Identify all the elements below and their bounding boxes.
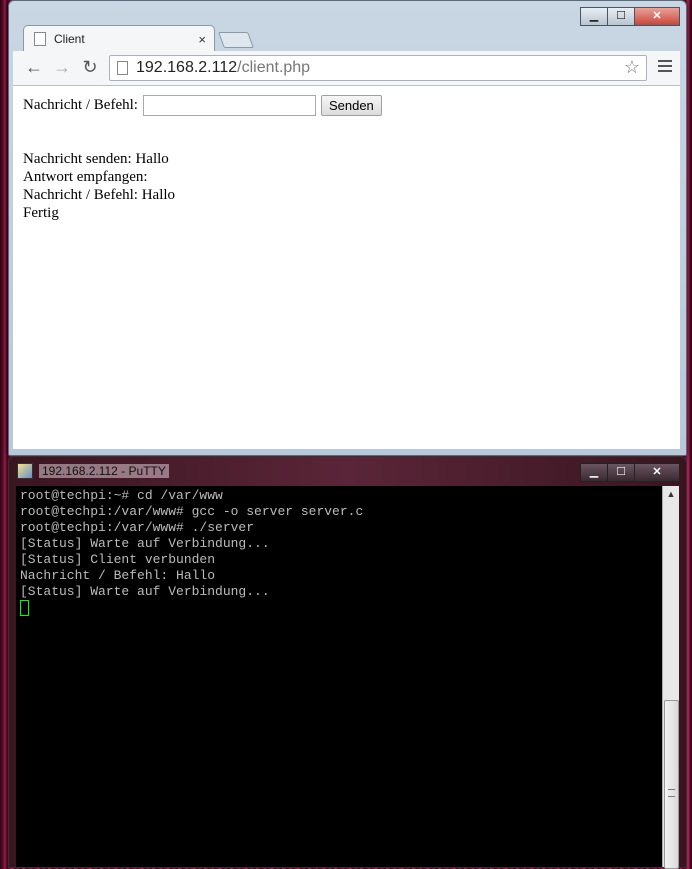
page-icon bbox=[117, 61, 128, 75]
terminal-line: [Status] Client verbunden bbox=[20, 552, 216, 567]
output-line: Nachricht senden: Hallo bbox=[23, 151, 169, 167]
form-label: Nachricht / Befehl: bbox=[23, 97, 138, 113]
message-form: Nachricht / Befehl: Senden bbox=[23, 95, 382, 116]
address-bar[interactable]: 192.168.2.112/client.php ☆ bbox=[109, 55, 647, 81]
terminal-line: Nachricht / Befehl: Hallo bbox=[20, 568, 216, 583]
maximize-button[interactable]: ☐ bbox=[607, 463, 635, 482]
send-button[interactable]: Senden bbox=[320, 95, 382, 116]
minimize-button[interactable]: ▁ bbox=[580, 7, 608, 26]
new-tab-button[interactable] bbox=[218, 32, 254, 48]
terminal-line: [Status] Warte auf Verbindung... bbox=[20, 584, 270, 599]
forward-arrow-icon[interactable]: → bbox=[51, 57, 73, 78]
back-arrow-icon[interactable]: ← bbox=[23, 57, 45, 78]
reload-icon[interactable]: ↻ bbox=[79, 57, 101, 78]
page-icon bbox=[34, 32, 46, 46]
tab-close-icon[interactable]: × bbox=[198, 32, 206, 47]
menu-icon[interactable] bbox=[658, 60, 672, 75]
terminal-line: root@techpi:~# cd /var/www bbox=[20, 488, 223, 503]
putty-title: 192.168.2.112 - PuTTY bbox=[39, 464, 169, 478]
terminal-scrollbar[interactable]: ▲ bbox=[662, 486, 679, 869]
browser-toolbar: ← → ↻ 192.168.2.112/client.php ☆ bbox=[13, 51, 680, 86]
terminal-cursor bbox=[20, 600, 29, 616]
close-button[interactable]: ✕ bbox=[634, 7, 680, 26]
browser-tab[interactable]: Client × bbox=[23, 25, 215, 52]
putty-window-controls: ▁ ☐ ✕ bbox=[580, 463, 680, 482]
minimize-button[interactable]: ▁ bbox=[580, 463, 608, 482]
output-line: Antwort empfangen: bbox=[23, 169, 148, 185]
browser-window: ▁ ☐ ✕ Client × ← → ↻ 192.168.2.112/clien… bbox=[8, 0, 687, 456]
scroll-up-icon[interactable]: ▲ bbox=[663, 489, 679, 499]
url-host: 192.168.2.112 bbox=[136, 59, 238, 76]
putty-app-icon[interactable] bbox=[17, 463, 33, 479]
output-line: Fertig bbox=[23, 205, 59, 221]
putty-title-bar[interactable]: 192.168.2.112 - PuTTY bbox=[17, 463, 169, 479]
maximize-button[interactable]: ☐ bbox=[607, 7, 635, 26]
output-line: Nachricht / Befehl: Hallo bbox=[23, 187, 176, 203]
terminal[interactable]: root@techpi:~# cd /var/www root@techpi:/… bbox=[16, 486, 662, 867]
putty-window: 192.168.2.112 - PuTTY ▁ ☐ ✕ root@techpi:… bbox=[8, 456, 687, 869]
message-input[interactable] bbox=[142, 95, 316, 116]
url-path: /client.php bbox=[237, 59, 311, 76]
browser-window-controls: ▁ ☐ ✕ bbox=[580, 7, 680, 26]
url-text[interactable]: 192.168.2.112/client.php bbox=[136, 59, 310, 77]
close-button[interactable]: ✕ bbox=[634, 463, 680, 482]
tab-title: Client bbox=[54, 32, 85, 46]
terminal-line: [Status] Warte auf Verbindung... bbox=[20, 536, 270, 551]
scrollbar-thumb[interactable] bbox=[664, 700, 679, 869]
terminal-line: root@techpi:/var/www# ./server bbox=[20, 520, 255, 535]
terminal-line: root@techpi:/var/www# gcc -o server serv… bbox=[20, 504, 364, 519]
output-text: Nachricht senden: Hallo Antwort empfange… bbox=[23, 150, 175, 222]
star-icon[interactable]: ☆ bbox=[624, 57, 640, 78]
page-content: Nachricht / Befehl: Senden Nachricht sen… bbox=[13, 86, 680, 449]
